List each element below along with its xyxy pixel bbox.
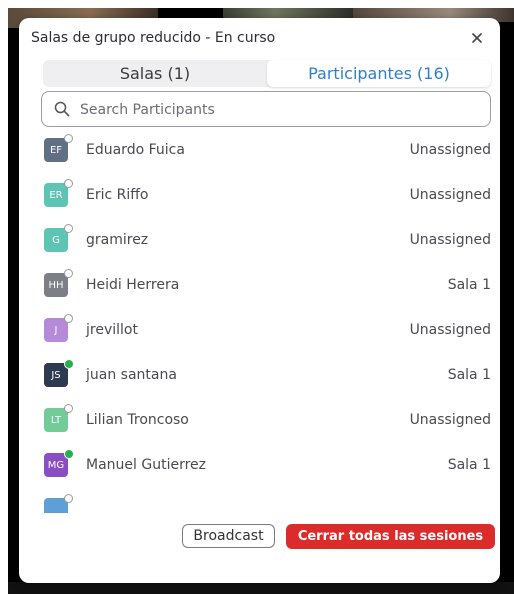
video-bottom-strip <box>8 582 514 594</box>
presence-indicator <box>64 314 73 323</box>
participant-room: Sala 1 <box>447 367 491 383</box>
participant-row[interactable]: EF Eduardo Fuica Unassigned <box>19 129 497 174</box>
participant-row[interactable]: LT Lilian Troncoso Unassigned <box>19 399 497 444</box>
close-icon <box>472 33 482 43</box>
participant-name: gramirez <box>86 232 149 248</box>
presence-indicator <box>64 359 74 369</box>
close-button[interactable] <box>466 27 488 49</box>
participant-name: juan santana <box>86 367 177 383</box>
tab-rooms[interactable]: Salas (1) <box>43 60 267 87</box>
dialog-footer: Broadcast Cerrar todas las sesiones <box>19 503 500 583</box>
tab-participants[interactable]: Participantes (16) <box>267 60 491 87</box>
participant-room: Sala 1 <box>447 457 491 473</box>
participant-row[interactable]: HH Heidi Herrera Sala 1 <box>19 264 497 309</box>
participant-list: EF Eduardo Fuica Unassigned ER Eric Riff… <box>19 129 500 513</box>
presence-indicator <box>64 449 74 459</box>
breakout-rooms-dialog: Salas de grupo reducido - En curso Salas… <box>19 18 500 583</box>
search-input[interactable] <box>78 98 482 122</box>
participant-room: Unassigned <box>409 187 491 203</box>
participant-room: Unassigned <box>409 322 491 338</box>
participant-name: Eduardo Fuica <box>86 142 185 158</box>
participant-room: Unassigned <box>409 412 491 428</box>
participant-name: Manuel Gutierrez <box>86 457 206 473</box>
participant-row[interactable]: JS juan santana Sala 1 <box>19 354 497 399</box>
participant-room: Sala 1 <box>447 277 491 293</box>
broadcast-button[interactable]: Broadcast <box>182 524 275 548</box>
presence-indicator <box>64 179 73 188</box>
participant-room: Unassigned <box>409 232 491 248</box>
participant-room: Unassigned <box>409 142 491 158</box>
presence-indicator <box>64 494 73 503</box>
presence-indicator <box>64 269 73 278</box>
participant-row[interactable]: ER Eric Riffo Unassigned <box>19 174 497 219</box>
presence-indicator <box>64 134 73 143</box>
close-all-sessions-button[interactable]: Cerrar todas las sesiones <box>286 524 495 549</box>
presence-indicator <box>64 224 73 233</box>
search-box[interactable] <box>41 91 491 127</box>
participant-name: Lilian Troncoso <box>86 412 189 428</box>
participant-name: Heidi Herrera <box>86 277 180 293</box>
participant-row[interactable]: J jrevillot Unassigned <box>19 309 497 354</box>
participant-name: Eric Riffo <box>86 187 149 203</box>
participant-row[interactable]: MG Manuel Gutierrez Sala 1 <box>19 444 497 489</box>
search-icon <box>54 101 70 117</box>
dialog-title: Salas de grupo reducido - En curso <box>31 30 276 46</box>
participant-row[interactable]: G gramirez Unassigned <box>19 219 497 264</box>
participant-name: jrevillot <box>86 322 138 338</box>
dialog-header: Salas de grupo reducido - En curso <box>19 18 500 62</box>
tab-bar: Salas (1) Participantes (16) <box>43 60 491 87</box>
presence-indicator <box>64 404 73 413</box>
